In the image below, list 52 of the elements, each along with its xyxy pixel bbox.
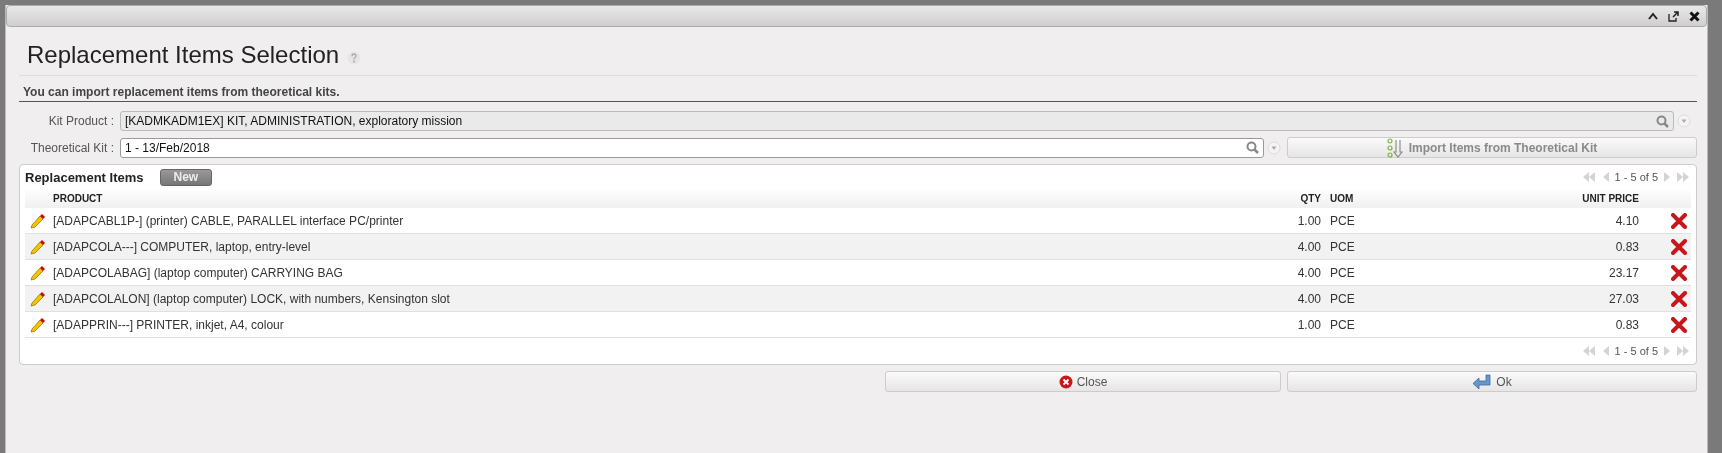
- table-cell-text: 23.17: [1607, 265, 1639, 280]
- table-cell-text: [ADAPPRIN---] PRINTER, inkjet, A4, colour: [52, 317, 285, 332]
- import-icon: [1386, 137, 1405, 158]
- pencil-icon[interactable]: [30, 316, 46, 333]
- delete-icon[interactable]: [1671, 212, 1687, 229]
- pager-text: 1 - 5 of 5: [1614, 171, 1658, 183]
- table-cell-text: 4.00: [1296, 291, 1321, 306]
- close-icon[interactable]: [1689, 10, 1700, 22]
- table-cell-text: [ADAPCABL1P-] (printer) CABLE, PARALLEL interface PC/printer: [52, 213, 405, 228]
- column-header: UOM: [1329, 192, 1355, 204]
- table-cell-text: 4.00: [1296, 239, 1321, 254]
- pencil-icon[interactable]: [30, 238, 46, 255]
- column-header: UNIT PRICE: [1581, 192, 1639, 204]
- dialog-title: Replacement Items Selection: [27, 41, 340, 69]
- field-label: Kit Product :: [47, 114, 115, 128]
- table-cell-text: PCE: [1329, 265, 1356, 280]
- table-cell-text: 1.00: [1296, 317, 1321, 332]
- column-header: PRODUCT: [52, 192, 104, 204]
- delete-icon[interactable]: [1671, 316, 1687, 333]
- table-cell-text: [ADAPCOLABAG] (laptop computer) CARRYING BAG: [52, 265, 344, 280]
- table-cell-text: [ADAPCOLA---] COMPUTER, laptop, entry-level: [52, 239, 312, 254]
- pager-text: 1 - 5 of 5: [1614, 345, 1658, 357]
- ok-button[interactable]: Ok: [1287, 371, 1697, 392]
- pencil-icon[interactable]: [30, 290, 46, 307]
- table-cell-text: 27.03: [1607, 291, 1639, 306]
- input-field: [KADMKADM1EX] KIT, ADMINISTRATION, exploratory mission: [120, 111, 1674, 131]
- table-cell-text: 4.00: [1296, 265, 1321, 280]
- column-header: QTY: [1299, 192, 1321, 204]
- table-cell-text: 0.83: [1614, 239, 1639, 254]
- panel-title: Replacement Items: [25, 169, 144, 185]
- table-cell-text: PCE: [1329, 213, 1356, 228]
- collapse-icon[interactable]: [1648, 12, 1658, 20]
- field-label: Theoretical Kit :: [29, 140, 115, 155]
- table-cell-text: [ADAPCOLALON] (laptop computer) LOCK, with numbers, Kensington slot: [52, 291, 451, 306]
- section-subtitle: You can import replacement items from theoretical kits.: [19, 76, 1697, 102]
- table-cell-text: 4.10: [1614, 213, 1639, 228]
- delete-icon[interactable]: [1671, 238, 1687, 255]
- delete-icon[interactable]: [1671, 264, 1687, 281]
- table-cell-text: PCE: [1329, 239, 1356, 254]
- search-icon[interactable]: [1246, 141, 1259, 154]
- delete-icon[interactable]: [1671, 290, 1687, 307]
- pencil-icon[interactable]: [30, 212, 46, 229]
- close-button[interactable]: Close: [885, 371, 1281, 392]
- table-cell-text: PCE: [1329, 317, 1356, 332]
- return-arrow-icon: [1472, 373, 1493, 390]
- close-circle-icon: [1058, 374, 1073, 389]
- table-cell-text: 1.00: [1296, 213, 1321, 228]
- input-field[interactable]: 1 - 13/Feb/2018: [120, 137, 1264, 158]
- table-cell-text: PCE: [1329, 291, 1356, 306]
- popout-icon[interactable]: [1668, 10, 1679, 22]
- table-cell-text: 0.83: [1614, 317, 1639, 332]
- pencil-icon[interactable]: [30, 264, 46, 281]
